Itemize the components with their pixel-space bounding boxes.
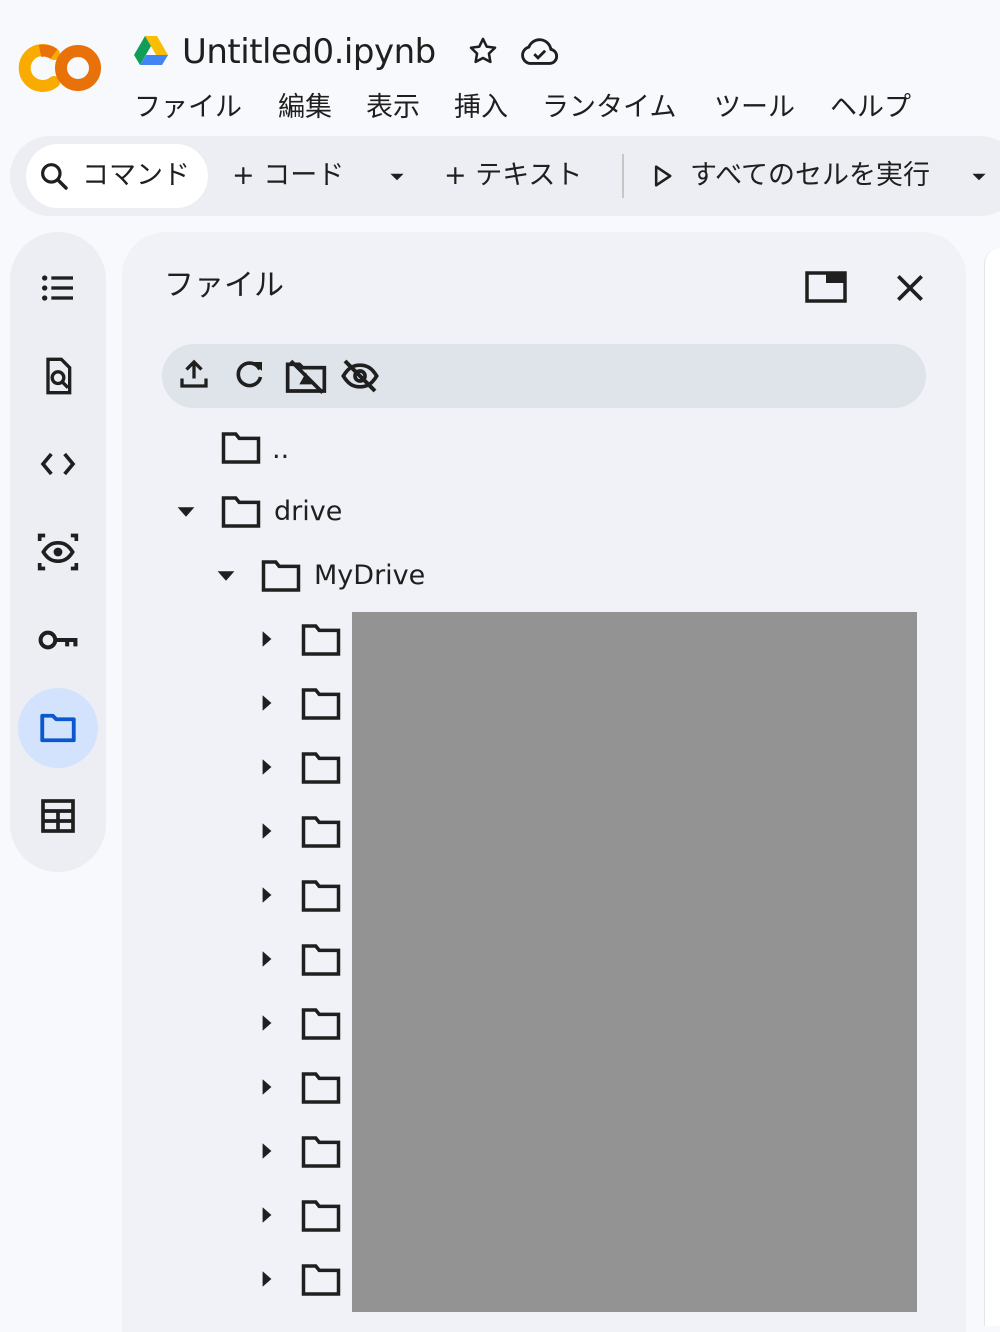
- variables-button[interactable]: [18, 512, 98, 592]
- collapsed-caret-icon[interactable]: [256, 1012, 278, 1038]
- table-icon: [41, 799, 75, 833]
- tree-item-mydrive-label[interactable]: MyDrive: [314, 556, 425, 596]
- search-icon: [41, 163, 68, 190]
- code-icon: [40, 452, 76, 476]
- menu-edit[interactable]: 編集: [278, 88, 332, 128]
- hide-hidden-files-icon[interactable]: [340, 356, 380, 396]
- collapsed-caret-icon[interactable]: [256, 948, 278, 974]
- tree-item-drive-label[interactable]: drive: [274, 492, 342, 532]
- folder-icon[interactable]: [300, 1070, 342, 1110]
- secrets-button[interactable]: [18, 600, 98, 680]
- google-drive-icon[interactable]: [134, 36, 168, 66]
- menu-help[interactable]: ヘルプ: [830, 88, 911, 128]
- folder-icon[interactable]: [300, 1198, 342, 1238]
- variables-eye-icon: [37, 533, 79, 571]
- run-all-play-icon[interactable]: [648, 162, 676, 194]
- menu-insert[interactable]: 挿入: [454, 88, 508, 128]
- add-code-button[interactable]: + コード: [232, 156, 344, 196]
- collapsed-caret-icon[interactable]: [256, 1076, 278, 1102]
- folder-icon[interactable]: [300, 686, 342, 726]
- table-of-contents-icon: [42, 275, 73, 301]
- folder-icon: [40, 713, 76, 743]
- toolbar-divider: [622, 154, 624, 198]
- folder-icon[interactable]: [300, 750, 342, 790]
- files-button[interactable]: [18, 688, 98, 768]
- folder-icon[interactable]: [300, 814, 342, 854]
- menu-tools[interactable]: ツール: [714, 88, 795, 128]
- close-icon[interactable]: [890, 268, 930, 308]
- add-code-dropdown-icon[interactable]: [386, 166, 408, 192]
- collapsed-caret-icon[interactable]: [256, 884, 278, 910]
- folder-icon: [220, 494, 262, 534]
- run-all-button[interactable]: すべてのセルを実行: [690, 156, 930, 196]
- folder-icon[interactable]: [300, 622, 342, 662]
- collapsed-caret-icon[interactable]: [256, 1204, 278, 1230]
- code-snippets-button[interactable]: [18, 424, 98, 504]
- add-text-button[interactable]: + テキスト: [444, 156, 582, 196]
- folder-icon[interactable]: [300, 1262, 342, 1302]
- notebook-title[interactable]: Untitled0.ipynb: [182, 30, 436, 74]
- folder-icon[interactable]: [300, 1006, 342, 1046]
- open-in-tab-icon[interactable]: [804, 268, 848, 308]
- command-label: コマンド: [82, 160, 190, 191]
- key-icon: [38, 630, 78, 650]
- menu-view[interactable]: 表示: [366, 88, 420, 128]
- collapsed-caret-icon[interactable]: [256, 756, 278, 782]
- collapsed-caret-icon[interactable]: [256, 1140, 278, 1166]
- refresh-icon[interactable]: [232, 356, 272, 396]
- expanded-caret-icon[interactable]: [174, 500, 198, 528]
- find-in-page-icon: [46, 357, 72, 395]
- collapsed-caret-icon[interactable]: [256, 692, 278, 718]
- files-toolbar: [162, 344, 926, 408]
- upload-icon[interactable]: [176, 356, 216, 396]
- collapsed-caret-icon[interactable]: [256, 1268, 278, 1294]
- folder-icon: [220, 430, 262, 470]
- menu-file[interactable]: ファイル: [134, 88, 242, 128]
- run-all-dropdown-icon[interactable]: [968, 166, 990, 192]
- notebook-area-edge: [984, 248, 1000, 1326]
- expanded-caret-icon[interactable]: [214, 564, 238, 592]
- find-button[interactable]: [18, 336, 98, 416]
- command-palette-button[interactable]: コマンド: [26, 144, 208, 208]
- menu-runtime[interactable]: ランタイム: [542, 88, 676, 128]
- files-panel-title: ファイル: [164, 268, 284, 303]
- cloud-saved-icon[interactable]: [520, 36, 560, 68]
- colab-logo[interactable]: [18, 40, 104, 96]
- folder-icon[interactable]: [300, 942, 342, 982]
- collapsed-caret-icon[interactable]: [256, 820, 278, 846]
- folder-icon[interactable]: [300, 1134, 342, 1174]
- tree-item-parent-label[interactable]: ..: [272, 430, 289, 470]
- collapsed-caret-icon[interactable]: [256, 628, 278, 654]
- folder-icon[interactable]: [300, 878, 342, 918]
- toc-button[interactable]: [18, 248, 98, 328]
- star-icon[interactable]: [466, 34, 500, 68]
- data-tables-button[interactable]: [18, 776, 98, 856]
- folder-icon: [260, 558, 302, 598]
- redacted-folder-names: [352, 612, 917, 1312]
- unmount-drive-icon[interactable]: [284, 356, 327, 396]
